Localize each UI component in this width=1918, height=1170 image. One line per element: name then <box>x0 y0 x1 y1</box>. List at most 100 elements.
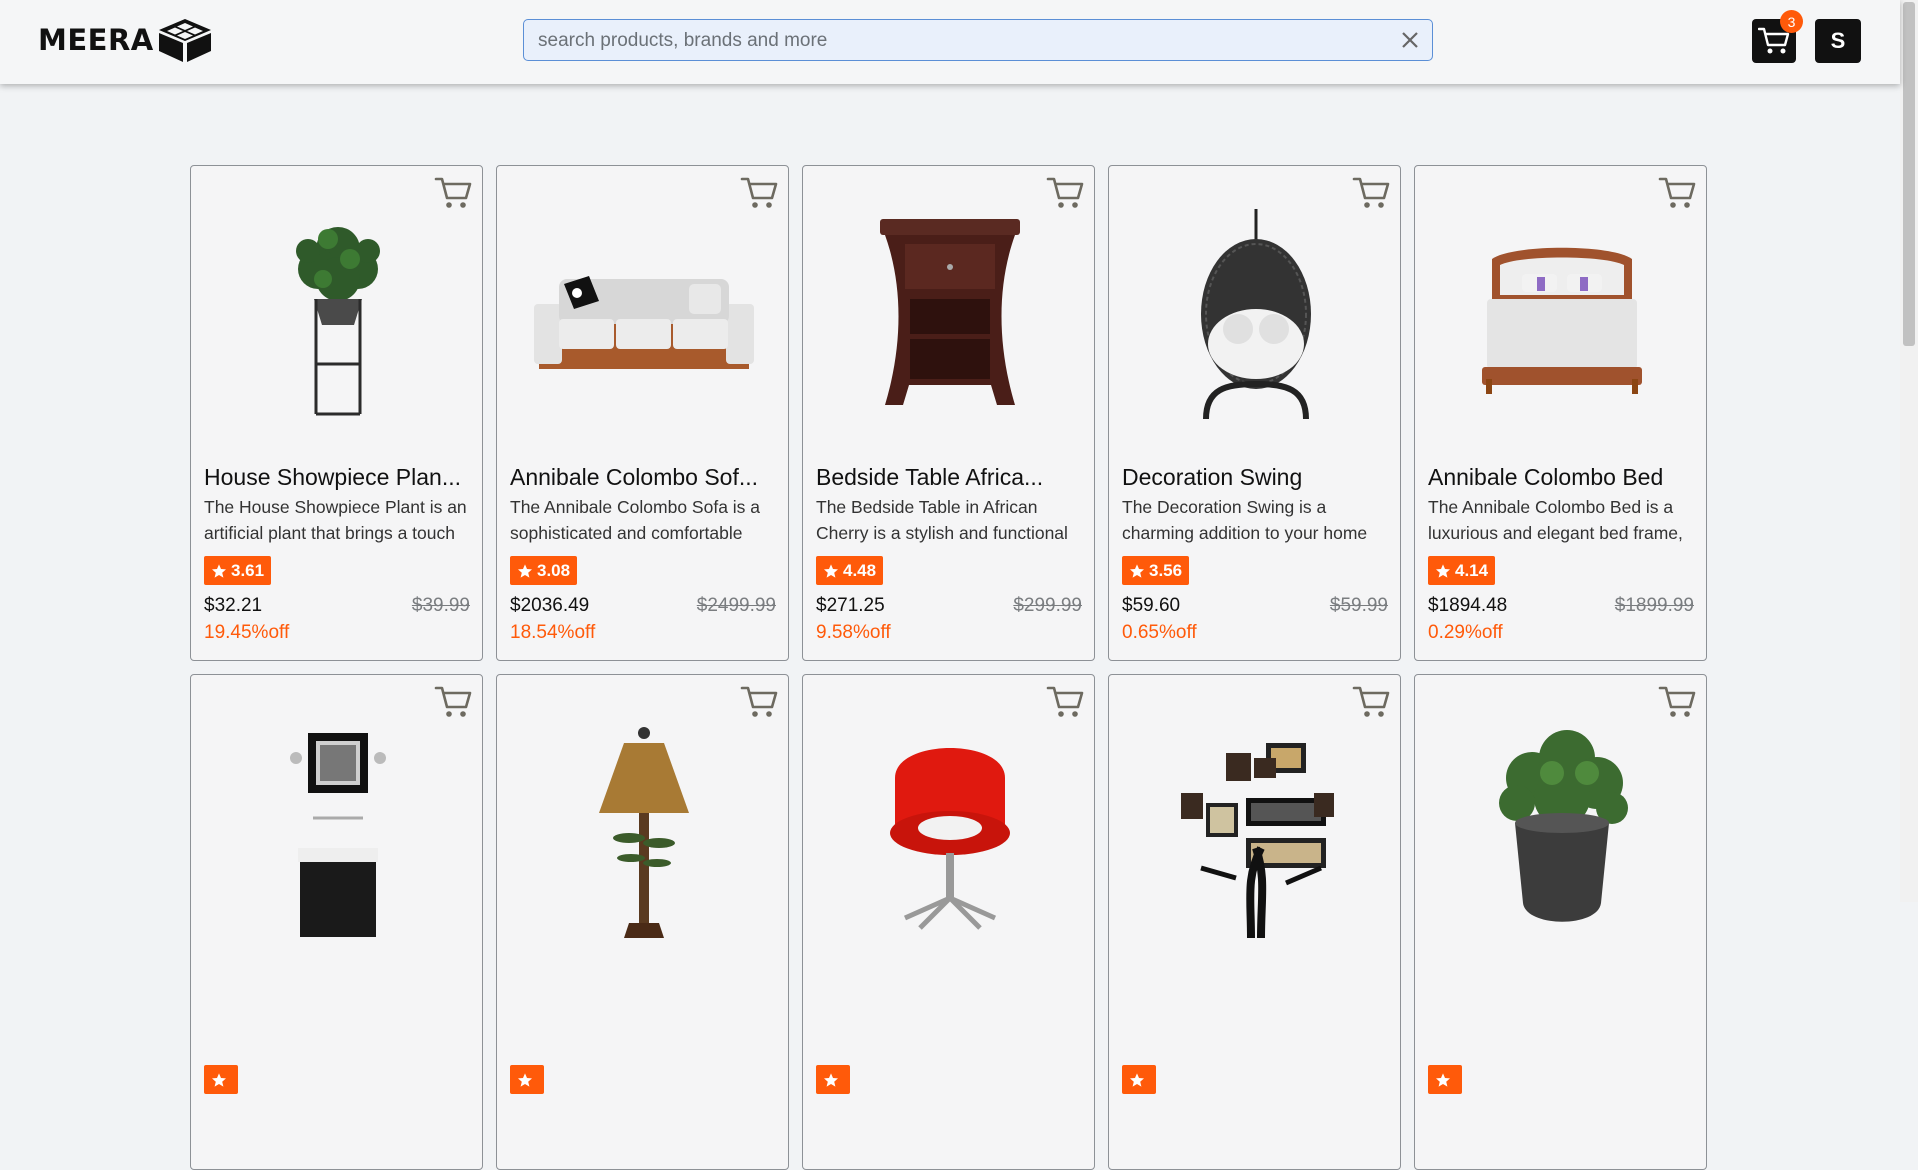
current-price: $1894.48 <box>1428 595 1508 616</box>
bedside-table-icon <box>879 218 1020 405</box>
top-header: MEERA 3 S <box>0 0 1900 84</box>
discount-label: 0.29%off <box>1428 622 1503 643</box>
search-input[interactable] <box>536 20 1380 61</box>
product-title[interactable] <box>1428 971 1694 1001</box>
user-avatar[interactable]: S <box>1815 19 1861 63</box>
product-image[interactable] <box>803 715 1094 940</box>
star-icon <box>212 1072 226 1087</box>
current-price: $59.60 <box>1122 595 1181 616</box>
star-icon <box>518 1072 532 1087</box>
star-icon <box>824 563 838 578</box>
rating-value: 3.08 <box>537 560 571 580</box>
product-description <box>510 1003 776 1055</box>
product-card[interactable] <box>496 674 789 1170</box>
product-info: Bedside Table Africa... The Bedside Tabl… <box>816 462 1082 644</box>
price-row: $1894.48 $1899.99 <box>1428 595 1694 617</box>
product-description <box>204 1003 470 1055</box>
star-icon <box>1130 563 1144 578</box>
original-price: $1899.99 <box>1614 595 1694 616</box>
rating-badge <box>1428 1065 1462 1094</box>
price-row: $32.21 $39.99 <box>204 595 470 617</box>
table-lamp-icon <box>598 726 689 938</box>
rating-badge <box>510 1065 544 1094</box>
sofa-icon <box>533 275 754 369</box>
product-title[interactable]: Annibale Colombo Sof... <box>510 462 776 492</box>
product-description: The Bedside Table in African Cherry is a… <box>816 497 1068 543</box>
current-price: $271.25 <box>816 595 885 616</box>
price-row: $2036.49 $2499.99 <box>510 595 776 617</box>
rating-value: 4.48 <box>843 560 877 580</box>
product-description <box>1122 1003 1388 1055</box>
product-title[interactable] <box>1122 971 1388 1001</box>
product-image[interactable] <box>497 715 788 940</box>
product-card[interactable] <box>190 674 483 1170</box>
product-card[interactable]: Annibale Colombo Bed The Annibale Colomb… <box>1414 165 1707 661</box>
rating-badge: 3.61 <box>204 556 272 585</box>
product-title[interactable]: Decoration Swing <box>1122 462 1388 492</box>
star-icon <box>824 1072 838 1087</box>
rating-badge <box>204 1065 238 1094</box>
rating-badge: 3.08 <box>510 556 578 585</box>
product-image[interactable] <box>1109 715 1400 940</box>
original-price: $299.99 <box>1013 595 1082 616</box>
scrollbar-thumb[interactable] <box>1903 2 1915 346</box>
product-info: House Showpiece Plan... The House Showpi… <box>204 462 470 644</box>
discount-label: 0.65%off <box>1122 622 1197 643</box>
product-image[interactable] <box>497 206 788 431</box>
rating-badge: 4.14 <box>1428 556 1496 585</box>
product-card[interactable] <box>802 674 1095 1170</box>
product-grid: House Showpiece Plan... The House Showpi… <box>190 165 1710 1170</box>
rating-badge: 4.48 <box>816 556 884 585</box>
product-title[interactable] <box>816 971 1082 1001</box>
star-icon <box>1130 1072 1144 1087</box>
close-icon[interactable] <box>1400 30 1420 50</box>
cart-count-badge: 3 <box>1780 10 1803 33</box>
product-card[interactable] <box>1108 674 1401 1170</box>
product-card[interactable]: Bedside Table Africa... The Bedside Tabl… <box>802 165 1095 661</box>
product-image[interactable] <box>1109 206 1400 431</box>
star-icon <box>212 563 226 578</box>
product-title[interactable] <box>510 971 776 1001</box>
current-price: $32.21 <box>204 595 263 616</box>
price-row: $271.25 $299.99 <box>816 595 1082 617</box>
star-icon <box>1436 563 1450 578</box>
product-card[interactable]: House Showpiece Plan... The House Showpi… <box>190 165 483 661</box>
product-info: Annibale Colombo Bed The Annibale Colomb… <box>1428 462 1694 644</box>
rating-badge: 3.56 <box>1122 556 1190 585</box>
discount-label: 18.54%off <box>510 622 596 643</box>
logo-text: MEERA <box>38 23 154 57</box>
product-title[interactable]: Annibale Colombo Bed <box>1428 462 1694 492</box>
product-card[interactable] <box>1414 674 1707 1170</box>
product-card[interactable]: Annibale Colombo Sof... The Annibale Col… <box>496 165 789 661</box>
product-image[interactable] <box>1415 206 1706 431</box>
bathroom-vanity-icon <box>289 732 386 937</box>
bed-icon <box>1481 247 1642 394</box>
hanging-swing-chair-icon <box>1200 208 1311 419</box>
rating-value: 3.56 <box>1149 560 1183 580</box>
product-info <box>510 971 776 1109</box>
rating-value: 4.14 <box>1455 560 1489 580</box>
product-description: The Annibale Colombo Bed is a luxurious … <box>1428 497 1683 543</box>
rating-badge <box>816 1065 850 1094</box>
product-image[interactable] <box>191 715 482 940</box>
product-image[interactable] <box>1415 715 1706 940</box>
product-image[interactable] <box>803 206 1094 431</box>
product-description: The Decoration Swing is a charming addit… <box>1122 497 1368 543</box>
product-description: The Annibale Colombo Sofa is a sophistic… <box>510 497 761 543</box>
star-icon <box>1436 1072 1450 1087</box>
potted-plant-stand-icon <box>295 226 380 415</box>
product-card[interactable]: Decoration Swing The Decoration Swing is… <box>1108 165 1401 661</box>
product-info <box>1428 971 1694 1109</box>
product-info <box>204 971 470 1109</box>
star-icon <box>518 563 532 578</box>
product-info: Decoration Swing The Decoration Swing is… <box>1122 462 1388 644</box>
product-image[interactable] <box>191 206 482 431</box>
current-price: $2036.49 <box>510 595 590 616</box>
search-bar <box>523 19 1433 61</box>
meera-logo[interactable]: MEERA <box>38 16 214 64</box>
product-info <box>1122 971 1388 1109</box>
product-title[interactable]: House Showpiece Plan... <box>204 462 470 492</box>
product-info: Annibale Colombo Sof... The Annibale Col… <box>510 462 776 644</box>
product-title[interactable]: Bedside Table Africa... <box>816 462 1082 492</box>
product-title[interactable] <box>204 971 470 1001</box>
